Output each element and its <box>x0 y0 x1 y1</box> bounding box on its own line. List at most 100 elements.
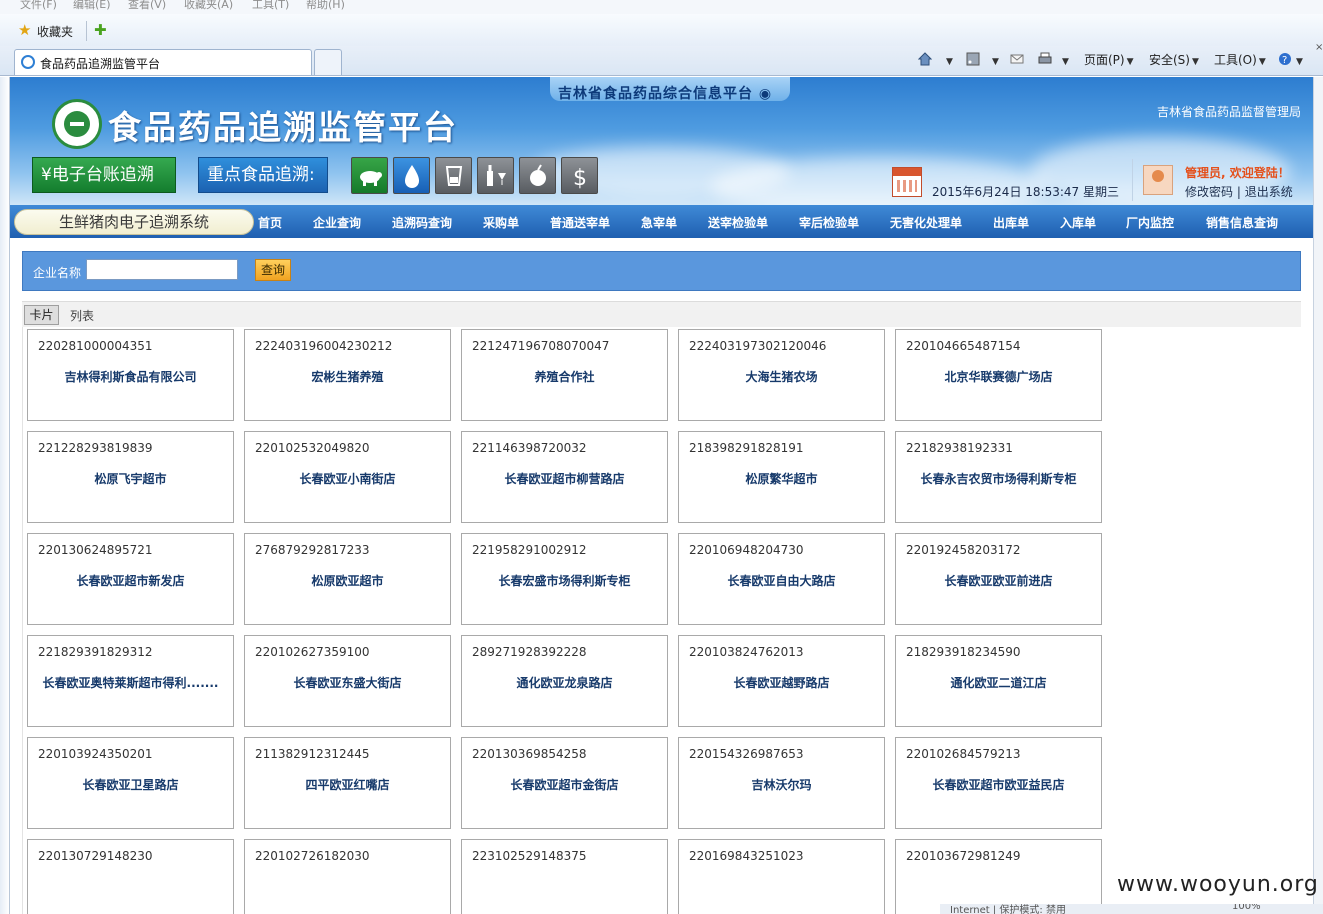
company-name-link[interactable]: 松原繁华超市 <box>679 470 884 487</box>
nav-emergency-slaughter[interactable]: 急宰单 <box>641 214 677 231</box>
key-food-trace-button[interactable]: 重点食品追溯: <box>198 157 328 193</box>
nav-harmless-disposal[interactable]: 无害化处理单 <box>890 214 962 231</box>
company-name-input[interactable] <box>86 259 238 280</box>
company-card[interactable]: 221829391829312 长春欧亚奥特莱斯超市得利....... <box>27 635 234 727</box>
nav-sales-query[interactable]: 销售信息查询 <box>1206 214 1278 231</box>
menu-help[interactable]: 帮助(H) <box>306 0 345 12</box>
vertical-scrollbar[interactable] <box>1313 77 1323 914</box>
add-favorite-icon[interactable]: ✚ <box>94 22 112 39</box>
company-name-link[interactable]: 吉林沃尔玛 <box>679 776 884 793</box>
safety-menu[interactable]: 安全(S) ▼ <box>1149 50 1199 70</box>
favorites-button[interactable]: 收藏夹 <box>37 23 73 40</box>
company-name-link[interactable]: 长春宏盛市场得利斯专柜 <box>462 572 667 589</box>
print-dropdown-icon[interactable]: ▼ <box>1062 57 1069 67</box>
nav-pre-slaughter-inspection[interactable]: 送宰检验单 <box>708 214 768 231</box>
company-name-link[interactable]: 长春欧亚自由大路店 <box>679 572 884 589</box>
company-card[interactable]: 220104665487154 北京华联赛德广场店 <box>895 329 1102 421</box>
company-card[interactable]: 220102684579213 长春欧亚超市欧亚益民店 <box>895 737 1102 829</box>
company-card[interactable]: 220103672981249 <box>895 839 1102 914</box>
company-card[interactable]: 220103824762013 长春欧亚越野路店 <box>678 635 885 727</box>
nav-home[interactable]: 首页 <box>258 214 282 231</box>
company-card[interactable]: 220192458203172 长春欧亚欧亚前进店 <box>895 533 1102 625</box>
company-name-link[interactable]: 通化欧亚二道江店 <box>896 674 1101 691</box>
portal-link[interactable]: 吉林省食品药品综合信息平台 ◉ <box>558 83 772 103</box>
help-icon[interactable]: ? <box>1278 52 1292 66</box>
company-card[interactable]: 220102532049820 长春欧亚小南街店 <box>244 431 451 523</box>
company-card[interactable]: 220102726182030 <box>244 839 451 914</box>
company-card[interactable]: 221146398720032 长春欧亚超市柳营路店 <box>461 431 668 523</box>
menu-file[interactable]: 文件(F) <box>20 0 57 12</box>
nav-company-query[interactable]: 企业查询 <box>313 214 361 231</box>
company-card[interactable]: 218398291828191 松原繁华超市 <box>678 431 885 523</box>
tab-list-view[interactable]: 列表 <box>70 307 94 324</box>
company-card[interactable]: 276879292817233 松原欧亚超市 <box>244 533 451 625</box>
wine-icon[interactable] <box>477 157 514 194</box>
company-name-link[interactable]: 长春永吉农贸市场得利斯专柜 <box>896 470 1101 487</box>
nav-regular-slaughter[interactable]: 普通送宰单 <box>550 214 610 231</box>
favorites-star-icon[interactable]: ★ <box>18 23 33 38</box>
page-menu[interactable]: 页面(P) ▼ <box>1084 50 1134 70</box>
company-card[interactable]: 221958291002912 长春宏盛市场得利斯专柜 <box>461 533 668 625</box>
company-card[interactable]: 211382912312445 四平欧亚红嘴店 <box>244 737 451 829</box>
company-card[interactable]: 222403197302120046 大海生猪农场 <box>678 329 885 421</box>
company-name-link[interactable]: 长春欧亚卫星路店 <box>28 776 233 793</box>
company-name-link[interactable]: 松原飞宇超市 <box>28 470 233 487</box>
company-name-link[interactable]: 大海生猪农场 <box>679 368 884 385</box>
nav-plant-monitoring[interactable]: 厂内监控 <box>1126 214 1174 231</box>
company-card[interactable]: 220169843251023 <box>678 839 885 914</box>
menu-edit[interactable]: 编辑(E) <box>73 0 111 12</box>
company-name-link[interactable]: 长春欧亚奥特莱斯超市得利....... <box>28 674 233 691</box>
company-name-link[interactable]: 长春欧亚欧亚前进店 <box>896 572 1101 589</box>
company-card[interactable]: 220106948204730 长春欧亚自由大路店 <box>678 533 885 625</box>
query-button[interactable]: 查询 <box>255 259 291 281</box>
logout-link[interactable]: 退出系统 <box>1245 185 1293 199</box>
company-name-link[interactable]: 吉林得利斯食品有限公司 <box>28 368 233 385</box>
company-name-link[interactable]: 通化欧亚龙泉路店 <box>462 674 667 691</box>
new-tab-button[interactable] <box>314 49 342 75</box>
company-name-link[interactable]: 养殖合作社 <box>462 368 667 385</box>
company-card[interactable]: 221247196708070047 养殖合作社 <box>461 329 668 421</box>
dollar-icon[interactable]: $ <box>561 157 598 194</box>
menu-view[interactable]: 查看(V) <box>128 0 166 12</box>
home-icon[interactable] <box>918 52 932 66</box>
nav-purchase-order[interactable]: 采购单 <box>483 214 519 231</box>
company-card[interactable]: 220281000004351 吉林得利斯食品有限公司 <box>27 329 234 421</box>
feeds-icon[interactable] <box>966 52 980 66</box>
company-card[interactable]: 218293918234590 通化欧亚二道江店 <box>895 635 1102 727</box>
company-card[interactable]: 220130624895721 长春欧亚超市新发店 <box>27 533 234 625</box>
menu-tools[interactable]: 工具(T) <box>252 0 289 12</box>
company-name-link[interactable]: 长春欧亚小南街店 <box>245 470 450 487</box>
company-name-link[interactable]: 长春欧亚东盛大街店 <box>245 674 450 691</box>
ledger-trace-button[interactable]: ¥电子台账追溯 <box>32 157 176 193</box>
tab-card-view[interactable]: 卡片 <box>24 305 59 325</box>
company-name-link[interactable]: 四平欧亚红嘴店 <box>245 776 450 793</box>
home-dropdown-icon[interactable]: ▼ <box>946 57 953 67</box>
nav-outbound-order[interactable]: 出库单 <box>993 214 1029 231</box>
company-card[interactable]: 289271928392228 通化欧亚龙泉路店 <box>461 635 668 727</box>
company-name-link[interactable]: 长春欧亚超市金街店 <box>462 776 667 793</box>
liquor-glass-icon[interactable] <box>435 157 472 194</box>
pig-icon[interactable] <box>351 157 388 194</box>
company-card[interactable]: 220130729148230 <box>27 839 234 914</box>
zoom-level[interactable]: 100% <box>1232 904 1261 912</box>
company-card[interactable]: 22182938192331 长春永吉农贸市场得利斯专柜 <box>895 431 1102 523</box>
feeds-dropdown-icon[interactable]: ▼ <box>992 57 999 67</box>
mail-icon[interactable] <box>1010 52 1024 66</box>
nav-post-slaughter-inspection[interactable]: 宰后检验单 <box>799 214 859 231</box>
company-card[interactable]: 222403196004230212 宏彬生猪养殖 <box>244 329 451 421</box>
close-icon[interactable]: × <box>1315 42 1323 53</box>
fruit-icon[interactable] <box>519 157 556 194</box>
help-dropdown-icon[interactable]: ▼ <box>1296 57 1303 67</box>
company-card[interactable]: 220102627359100 长春欧亚东盛大街店 <box>244 635 451 727</box>
tools-menu[interactable]: 工具(O) ▼ <box>1214 50 1266 70</box>
company-name-link[interactable]: 北京华联赛德广场店 <box>896 368 1101 385</box>
company-card[interactable]: 220103924350201 长春欧亚卫星路店 <box>27 737 234 829</box>
company-name-link[interactable]: 长春欧亚超市柳营路店 <box>462 470 667 487</box>
milk-drop-icon[interactable] <box>393 157 430 194</box>
company-name-link[interactable]: 宏彬生猪养殖 <box>245 368 450 385</box>
menu-favorites[interactable]: 收藏夹(A) <box>184 0 233 12</box>
company-card[interactable]: 223102529148375 <box>461 839 668 914</box>
company-card[interactable]: 221228293819839 松原飞宇超市 <box>27 431 234 523</box>
company-name-link[interactable]: 松原欧亚超市 <box>245 572 450 589</box>
nav-inbound-order[interactable]: 入库单 <box>1060 214 1096 231</box>
